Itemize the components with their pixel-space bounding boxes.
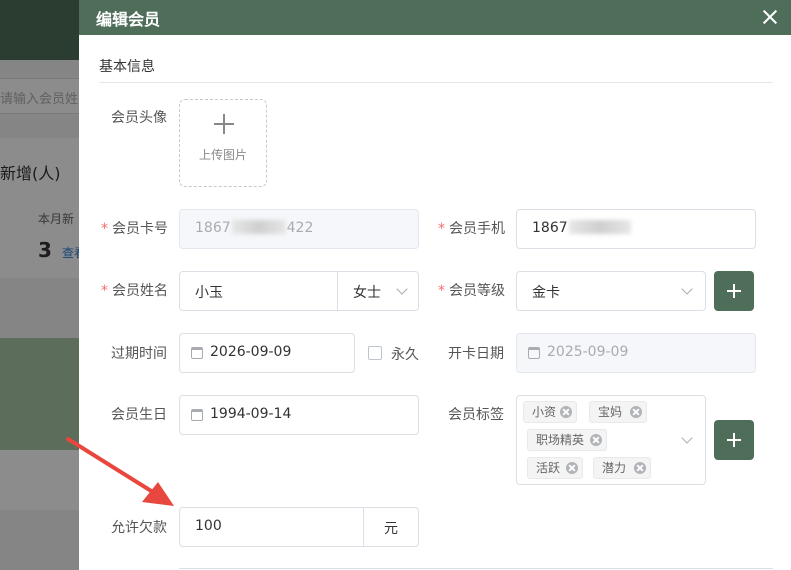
upload-text: 上传图片: [198, 148, 247, 162]
calendar-icon: [191, 347, 203, 359]
close-icon[interactable]: [755, 2, 785, 32]
forever-checkbox[interactable]: [368, 346, 382, 360]
tag-item: 宝妈: [589, 401, 647, 423]
add-level-button[interactable]: [714, 271, 754, 311]
tags-label: 会员标签: [448, 407, 504, 423]
section-divider: [99, 82, 773, 83]
avatar-label: 会员头像: [111, 110, 167, 126]
calendar-icon: [528, 347, 540, 359]
open-date-label: 开卡日期: [448, 346, 504, 362]
card-no-label: * 会员卡号: [101, 221, 168, 237]
credit-input[interactable]: 100: [179, 507, 364, 547]
add-tag-button[interactable]: [714, 420, 754, 460]
credit-label: 允许欠款: [111, 520, 167, 536]
name-input[interactable]: 小玉: [179, 271, 338, 311]
edit-member-drawer: 编辑会员 基本信息 会员头像 上传图片 * 会员卡号 1867 422 * 会员手机 …: [79, 0, 791, 570]
chevron-down-icon: [396, 283, 408, 295]
level-select[interactable]: 金卡: [516, 271, 706, 311]
tag-close-icon[interactable]: [560, 406, 572, 418]
forever-label: 永久: [391, 347, 419, 363]
tag-item: 职场精英: [527, 429, 607, 451]
birthday-label: 会员生日: [111, 407, 167, 423]
tag-close-icon[interactable]: [590, 434, 602, 446]
masked-digits: [231, 220, 286, 234]
avatar-upload[interactable]: 上传图片: [179, 99, 267, 187]
chevron-down-icon: [681, 432, 693, 444]
phone-label: * 会员手机: [438, 221, 505, 237]
plus-icon: [214, 114, 234, 134]
masked-digits: [568, 220, 631, 234]
open-date-picker[interactable]: 2025-09-09: [516, 333, 756, 373]
tag-close-icon[interactable]: [630, 406, 642, 418]
tags-select[interactable]: 小资 宝妈 职场精英 活跃 潜力: [516, 395, 706, 485]
credit-unit: 元: [363, 507, 419, 547]
drawer-title: 编辑会员: [96, 10, 161, 29]
phone-field[interactable]: 1867: [516, 209, 756, 249]
section-title: 基本信息: [99, 59, 155, 75]
tag-item: 潜力: [593, 457, 651, 479]
annotation-arrow-icon: [66, 437, 174, 506]
level-label: * 会员等级: [438, 283, 505, 299]
expire-label: 过期时间: [111, 346, 167, 362]
drawer-header: 编辑会员: [79, 0, 791, 35]
expire-date-picker[interactable]: 2026-09-09: [179, 333, 355, 373]
calendar-icon: [191, 409, 203, 421]
name-label: * 会员姓名: [101, 283, 168, 299]
tag-close-icon[interactable]: [566, 462, 578, 474]
gender-select[interactable]: 女士: [337, 271, 419, 311]
bottom-divider: [179, 568, 773, 569]
tag-item: 小资: [523, 401, 577, 423]
birthday-date-picker[interactable]: 1994-09-14: [179, 395, 419, 435]
tag-item: 活跃: [527, 457, 583, 479]
chevron-down-icon: [681, 283, 693, 295]
tag-close-icon[interactable]: [634, 462, 646, 474]
card-no-field[interactable]: 1867 422: [179, 209, 419, 249]
